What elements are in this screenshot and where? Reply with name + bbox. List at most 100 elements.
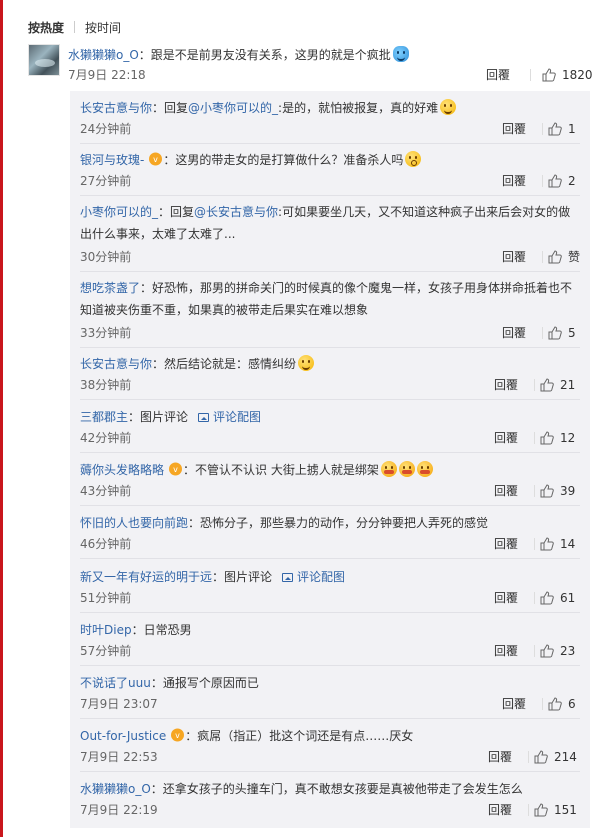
- reply-body: ：不管认不认识 大街上掳人就是绑架: [183, 463, 379, 477]
- reply-text: 三都郡主：图片评论 评论配图: [80, 406, 578, 428]
- comment-username[interactable]: 水獭獭獭o_O: [68, 48, 139, 62]
- like-count: 151: [554, 803, 577, 817]
- tab-by-popularity[interactable]: 按热度: [28, 19, 64, 36]
- mention-link[interactable]: @长安古意与你: [194, 205, 278, 219]
- reply-button[interactable]: 回覆: [494, 377, 518, 393]
- like-count: 1820: [562, 68, 593, 82]
- reply-time: 38分钟前: [80, 378, 132, 392]
- meta-divider: [528, 751, 529, 763]
- reply-meta: 33分钟前 回覆 5: [80, 325, 578, 341]
- reply-username[interactable]: 长安古意与你: [80, 101, 152, 115]
- reply-item: 想吃茶盏了：好恐怖，那男的拼命关门的时候真的像个魔鬼一样，女孩子用身体拼命抵着也…: [80, 277, 580, 341]
- like-button[interactable]: 12: [540, 430, 575, 446]
- like-button[interactable]: 1: [548, 121, 576, 137]
- like-button[interactable]: 14: [540, 536, 575, 552]
- reply-button[interactable]: 回覆: [488, 802, 512, 818]
- replies-panel: 长安古意与你：回复@小枣你可以的_:是的，就怕被报复，真的好难 24分钟前 回覆…: [70, 91, 590, 828]
- like-button[interactable]: 1820: [542, 67, 593, 83]
- image-comment-link[interactable]: 评论配图: [198, 410, 261, 424]
- thumbs-up-icon: [540, 378, 554, 392]
- meta-divider: [534, 645, 535, 657]
- reply-username[interactable]: 不说话了uuu: [80, 676, 151, 690]
- thumbs-up-icon: [548, 122, 562, 136]
- blue-face-emoji-icon: [392, 46, 409, 62]
- reply-username[interactable]: 水獭獭獭o_O: [80, 782, 151, 796]
- meta-divider: [530, 69, 531, 81]
- cry-emoji-icon: [398, 461, 415, 477]
- reply-meta: 7月9日 22:53 回覆 214: [80, 749, 578, 765]
- reply-button[interactable]: 回覆: [494, 536, 518, 552]
- reply-button[interactable]: 回覆: [502, 696, 526, 712]
- like-button[interactable]: 5: [548, 325, 576, 341]
- reply-text: 怀旧的人也要向前跑：恐怖分子，那些暴力的动作，分分钟要把人弄死的感觉: [80, 512, 578, 534]
- like-button[interactable]: 21: [540, 377, 575, 393]
- comment-time: 7月9日 22:18: [68, 68, 146, 82]
- reply-divider: [80, 347, 580, 348]
- reply-time: 33分钟前: [80, 326, 132, 340]
- reply-username[interactable]: 薅你头发略略略: [80, 463, 164, 477]
- reply-meta: 42分钟前 回覆 12: [80, 430, 578, 446]
- reply-username[interactable]: 长安古意与你: [80, 357, 152, 371]
- reply-button[interactable]: 回覆: [502, 249, 526, 265]
- reply-username[interactable]: 小枣你可以的_: [80, 205, 158, 219]
- smile-emoji-icon: [298, 355, 315, 371]
- like-button[interactable]: 61: [540, 590, 575, 606]
- reply-button[interactable]: 回覆: [494, 430, 518, 446]
- like-button[interactable]: 6: [548, 696, 576, 712]
- reply-button[interactable]: 回覆: [488, 749, 512, 765]
- svg-text:v: v: [173, 465, 178, 474]
- reply-username[interactable]: 三都郡主: [80, 410, 128, 424]
- reply-time: 42分钟前: [80, 431, 132, 445]
- meta-divider: [534, 379, 535, 391]
- reply-button[interactable]: 回覆: [502, 121, 526, 137]
- like-count: 61: [560, 591, 576, 605]
- svg-text:v: v: [175, 731, 180, 740]
- reply-button[interactable]: 回覆: [494, 590, 518, 606]
- thumbs-up-icon: [540, 591, 554, 605]
- reply-divider: [80, 452, 580, 453]
- tab-divider: [74, 21, 76, 33]
- reply-body: ：这男的带走女的是打算做什么？准备杀人吗: [163, 153, 404, 167]
- reply-body: ：还拿女孩子的头撞车门，真不敢想女孩要是真被他带走了会发生怎么: [150, 782, 523, 796]
- like-count: 1: [568, 122, 576, 136]
- reply-button[interactable]: 回覆: [494, 483, 518, 499]
- reply-meta: 51分钟前 回覆 61: [80, 590, 578, 606]
- like-count: 214: [554, 750, 577, 764]
- reply-divider: [80, 195, 580, 196]
- reply-text: 新又一年有好运的明于远：图片评论 评论配图: [80, 566, 578, 588]
- reply-button[interactable]: 回覆: [494, 643, 518, 659]
- reply-item: 长安古意与你：回复@小枣你可以的_:是的，就怕被报复，真的好难 24分钟前 回覆…: [80, 97, 580, 137]
- avatar[interactable]: [28, 44, 60, 76]
- meta-divider: [542, 175, 543, 187]
- reply-username[interactable]: Out-for-Justice: [80, 729, 166, 743]
- reply-username[interactable]: 银河与玫瑰-: [80, 153, 144, 167]
- reply-meta: 24分钟前 回覆 1: [80, 121, 578, 137]
- reply-username[interactable]: 时叶Diep: [80, 623, 132, 637]
- reply-time: 7月9日 22:53: [80, 750, 158, 764]
- like-button[interactable]: 赞: [548, 249, 580, 265]
- like-button[interactable]: 23: [540, 643, 575, 659]
- top-comment: 水獭獭獭o_O：跟是不是前男友没有关系，这男的就是个疯批 7月9日 22:18 …: [28, 44, 593, 88]
- reply-item: 三都郡主：图片评论 评论配图 42分钟前 回覆 12: [80, 406, 580, 446]
- like-button[interactable]: 39: [540, 483, 575, 499]
- like-count: 5: [568, 326, 576, 340]
- reply-username[interactable]: 怀旧的人也要向前跑: [80, 516, 188, 530]
- sort-tabs: 按热度 按时间: [28, 18, 121, 36]
- mention-link[interactable]: @小枣你可以的_: [188, 101, 278, 115]
- like-button[interactable]: 151: [534, 802, 577, 818]
- reply-text: 小枣你可以的_：回复@长安古意与你:可如果要坐几天，又不知道这种疯子出来后会对女…: [80, 201, 578, 245]
- reply-text: 长安古意与你：回复@小枣你可以的_:是的，就怕被报复，真的好难: [80, 97, 578, 119]
- like-button[interactable]: 214: [534, 749, 577, 765]
- reply-button[interactable]: 回覆: [502, 173, 526, 189]
- reply-divider: [80, 771, 580, 772]
- comment-text: 水獭獭獭o_O：跟是不是前男友没有关系，这男的就是个疯批: [68, 46, 588, 63]
- tab-by-time[interactable]: 按时间: [85, 19, 121, 36]
- reply-username[interactable]: 新又一年有好运的明于远: [80, 570, 212, 584]
- reply-username[interactable]: 想吃茶盏了: [80, 281, 140, 295]
- like-button[interactable]: 2: [548, 173, 576, 189]
- image-comment-link[interactable]: 评论配图: [282, 570, 345, 584]
- reply-time: 7月9日 22:19: [80, 803, 158, 817]
- reply-button[interactable]: 回覆: [502, 325, 526, 341]
- reply-button[interactable]: 回覆: [486, 67, 510, 83]
- meta-divider: [542, 251, 543, 263]
